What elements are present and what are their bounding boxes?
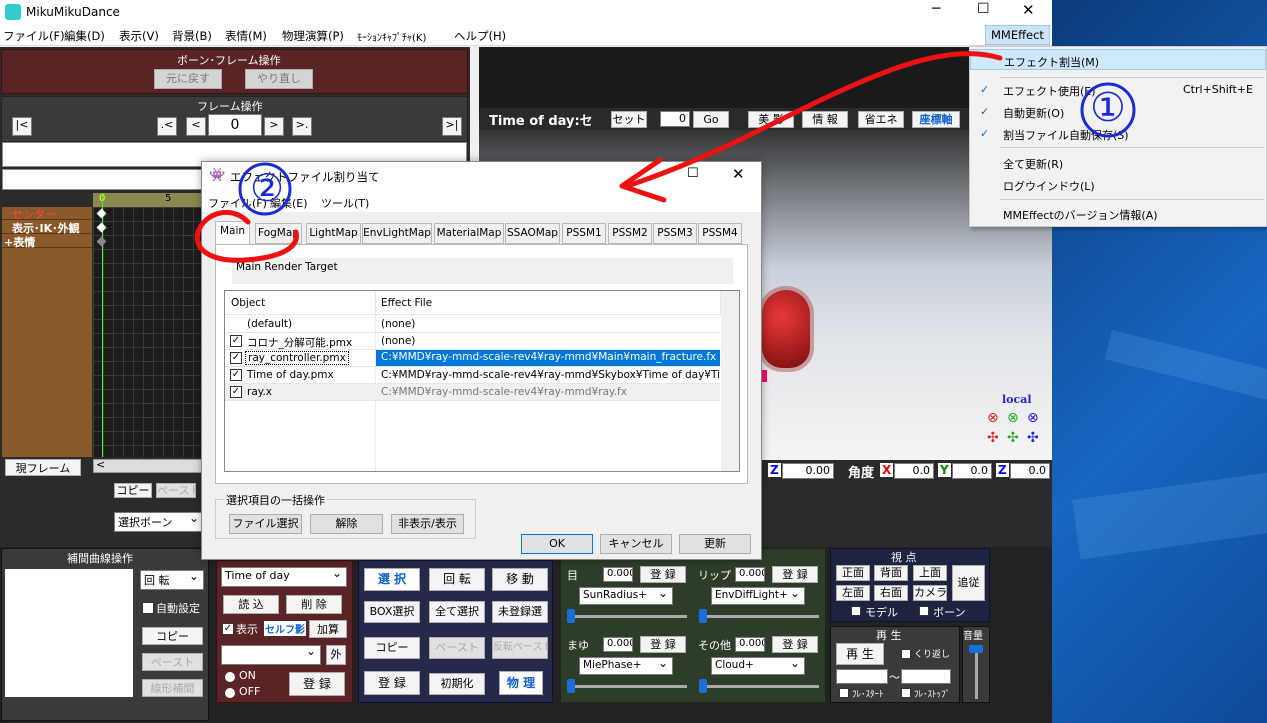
annotation-number-2: ②: [250, 166, 285, 210]
annotation-number-1: ①: [1090, 85, 1126, 131]
red-arrow: [627, 51, 1003, 188]
red-tab-highlight: [194, 210, 299, 263]
annotation-overlay: [194, 51, 1136, 263]
